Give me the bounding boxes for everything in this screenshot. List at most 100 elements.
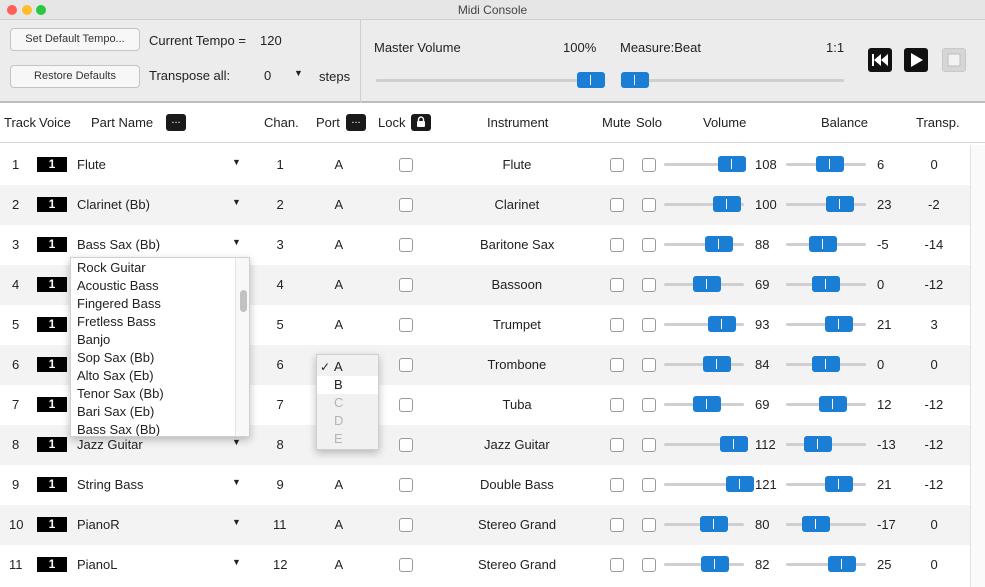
channel-value[interactable]: 12 xyxy=(273,557,287,572)
solo-checkbox[interactable] xyxy=(642,558,656,572)
mute-checkbox[interactable] xyxy=(610,358,624,372)
lock-checkbox[interactable] xyxy=(399,478,413,492)
transpose-value[interactable]: -12 xyxy=(925,477,944,492)
balance-slider-knob[interactable] xyxy=(819,396,848,412)
channel-value[interactable]: 11 xyxy=(273,517,287,532)
measure-slider-track[interactable] xyxy=(622,79,844,82)
volume-slider-knob[interactable] xyxy=(702,356,731,372)
lock-checkbox[interactable] xyxy=(399,398,413,412)
transpose-value[interactable]: -12 xyxy=(925,437,944,452)
balance-slider-knob[interactable] xyxy=(828,556,856,572)
port-value[interactable]: A xyxy=(335,157,344,172)
dropdown-option[interactable]: Rock Guitar xyxy=(77,260,146,275)
transpose-value[interactable]: 0 xyxy=(931,557,938,572)
transpose-value[interactable]: 0 xyxy=(931,357,938,372)
port-value[interactable]: A xyxy=(335,237,344,252)
part-name-select[interactable]: Bass Sax (Bb) xyxy=(77,237,160,252)
dropdown-option[interactable]: Acoustic Bass xyxy=(77,278,159,293)
dropdown-option[interactable]: Alto Sax (Eb) xyxy=(77,368,154,383)
rewind-button[interactable] xyxy=(868,48,892,72)
solo-checkbox[interactable] xyxy=(642,398,656,412)
instrument-name[interactable]: Tuba xyxy=(503,397,532,412)
mute-checkbox[interactable] xyxy=(610,478,624,492)
dropdown-option[interactable]: Bari Sax (Eb) xyxy=(77,404,154,419)
stop-button[interactable] xyxy=(942,48,966,72)
channel-value[interactable]: 9 xyxy=(277,477,284,492)
balance-slider-knob[interactable] xyxy=(801,516,830,532)
lock-checkbox[interactable] xyxy=(399,318,413,332)
voice-box[interactable]: 1 xyxy=(37,557,67,572)
voice-box[interactable]: 1 xyxy=(37,397,67,412)
instrument-name[interactable]: Jazz Guitar xyxy=(484,437,550,452)
solo-checkbox[interactable] xyxy=(642,278,656,292)
dropdown-option-selected[interactable]: Bass Sax (Bb) xyxy=(77,422,160,436)
port-value[interactable]: A xyxy=(335,197,344,212)
dropdown-option[interactable]: Banjo xyxy=(77,332,110,347)
instrument-name[interactable]: Trombone xyxy=(488,357,547,372)
balance-slider-knob[interactable] xyxy=(812,276,840,292)
volume-slider-knob[interactable] xyxy=(726,476,754,492)
dropdown-scrollbar-thumb[interactable] xyxy=(240,290,247,312)
instrument-name[interactable]: Clarinet xyxy=(495,197,540,212)
port-value[interactable]: A xyxy=(335,477,344,492)
transpose-value[interactable]: -12 xyxy=(925,397,944,412)
voice-box[interactable]: 1 xyxy=(37,437,67,452)
solo-checkbox[interactable] xyxy=(642,158,656,172)
lock-all-button[interactable] xyxy=(411,114,431,131)
measure-slider-knob[interactable] xyxy=(621,72,649,88)
port-value[interactable]: A xyxy=(335,557,344,572)
instrument-name[interactable]: Flute xyxy=(503,157,532,172)
port-value[interactable]: A xyxy=(335,317,344,332)
dropdown-option[interactable]: Fretless Bass xyxy=(77,314,156,329)
solo-checkbox[interactable] xyxy=(642,358,656,372)
part-dropdown-icon[interactable]: ▼ xyxy=(232,557,241,567)
instrument-name[interactable]: Double Bass xyxy=(480,477,554,492)
play-button[interactable] xyxy=(904,48,928,72)
part-name-select[interactable]: Clarinet (Bb) xyxy=(77,197,150,212)
dropdown-scrollbar[interactable] xyxy=(235,258,249,436)
volume-slider-knob[interactable] xyxy=(708,316,737,332)
channel-value[interactable]: 6 xyxy=(277,357,284,372)
channel-value[interactable]: 7 xyxy=(277,397,284,412)
instrument-name[interactable]: Trumpet xyxy=(493,317,541,332)
voice-box[interactable]: 1 xyxy=(37,157,67,172)
restore-defaults-button[interactable]: Restore Defaults xyxy=(10,65,140,88)
volume-slider-knob[interactable] xyxy=(693,396,722,412)
voice-box[interactable]: 1 xyxy=(37,317,67,332)
lock-checkbox[interactable] xyxy=(399,158,413,172)
mute-checkbox[interactable] xyxy=(610,438,624,452)
voice-box[interactable]: 1 xyxy=(37,357,67,372)
solo-checkbox[interactable] xyxy=(642,198,656,212)
part-dropdown-icon[interactable]: ▼ xyxy=(232,437,241,447)
lock-checkbox[interactable] xyxy=(399,198,413,212)
volume-slider-knob[interactable] xyxy=(718,156,746,172)
solo-checkbox[interactable] xyxy=(642,478,656,492)
volume-slider-knob[interactable] xyxy=(700,516,729,532)
instrument-name[interactable]: Bassoon xyxy=(492,277,543,292)
instrument-name[interactable]: Stereo Grand xyxy=(478,517,556,532)
part-dropdown-icon[interactable]: ▼ xyxy=(232,237,241,247)
voice-box[interactable]: 1 xyxy=(37,477,67,492)
mute-checkbox[interactable] xyxy=(610,198,624,212)
balance-slider-knob[interactable] xyxy=(824,316,853,332)
part-dropdown-icon[interactable]: ▼ xyxy=(232,197,241,207)
mute-checkbox[interactable] xyxy=(610,318,624,332)
channel-value[interactable]: 2 xyxy=(277,197,284,212)
balance-slider-knob[interactable] xyxy=(812,356,840,372)
part-name-select[interactable]: PianoR xyxy=(77,517,120,532)
set-default-tempo-button[interactable]: Set Default Tempo... xyxy=(10,28,140,51)
master-volume-slider-track[interactable] xyxy=(376,79,598,82)
lock-checkbox[interactable] xyxy=(399,278,413,292)
dropdown-option[interactable]: Sop Sax (Bb) xyxy=(77,350,154,365)
channel-value[interactable]: 5 xyxy=(277,317,284,332)
volume-slider-knob[interactable] xyxy=(720,436,749,452)
zoom-window-button[interactable] xyxy=(36,5,46,15)
mute-checkbox[interactable] xyxy=(610,238,624,252)
balance-slider-knob[interactable] xyxy=(826,196,855,212)
port-value[interactable]: A xyxy=(335,517,344,532)
lock-checkbox[interactable] xyxy=(399,558,413,572)
lock-checkbox[interactable] xyxy=(399,438,413,452)
port-more-button[interactable]: ... xyxy=(346,114,366,131)
solo-checkbox[interactable] xyxy=(642,518,656,532)
part-name-select[interactable]: PianoL xyxy=(77,557,117,572)
